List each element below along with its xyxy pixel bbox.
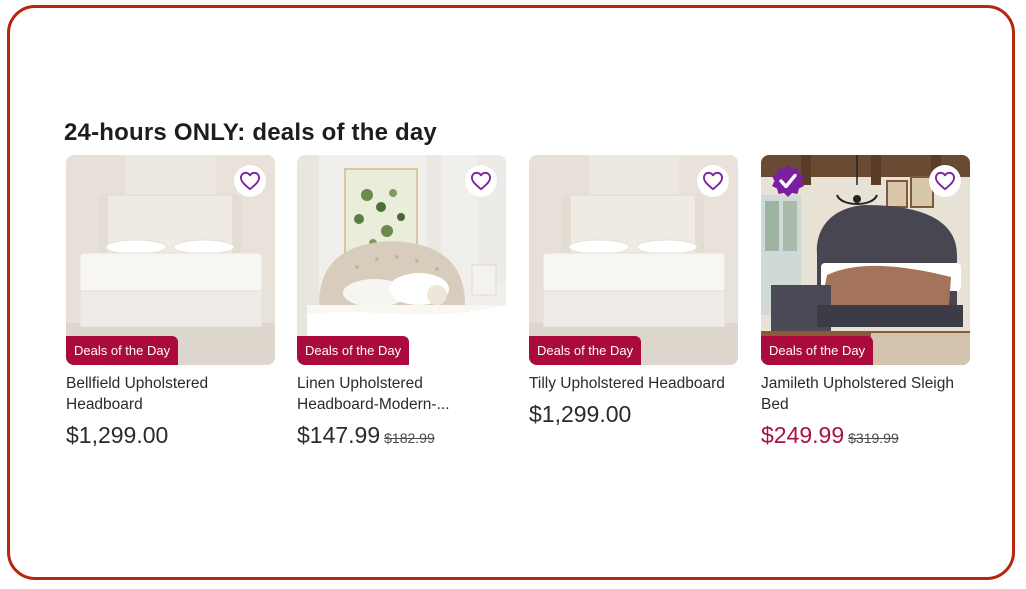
deal-badge: Deals of the Day bbox=[761, 336, 874, 365]
heart-icon[interactable] bbox=[234, 165, 266, 197]
product-carousel: Deals of the Day Bellfield Upholstered H… bbox=[66, 155, 976, 455]
product-price: $1,299.00 bbox=[529, 401, 632, 427]
deal-badge: Deals of the Day bbox=[529, 336, 642, 365]
product-card[interactable]: Deals of the Day Jamileth Upholstered Sl… bbox=[761, 155, 971, 449]
product-image[interactable]: Deals of the Day bbox=[761, 155, 970, 365]
product-name[interactable]: Linen Upholstered Headboard-Modern-... bbox=[297, 373, 507, 415]
product-card[interactable]: Deals of the Day Bellfield Upholstered H… bbox=[66, 155, 276, 449]
price-row: $249.99 $319.99 bbox=[761, 422, 971, 449]
heart-icon[interactable] bbox=[929, 165, 961, 197]
product-name[interactable]: Bellfield Upholstered Headboard bbox=[66, 373, 276, 415]
deal-badge: Deals of the Day bbox=[66, 336, 179, 365]
section-title: 24-hours ONLY: deals of the day bbox=[64, 119, 437, 146]
product-image[interactable]: Deals of the Day bbox=[66, 155, 275, 365]
verified-check-icon bbox=[772, 165, 804, 197]
price-row: $1,299.00 bbox=[66, 422, 276, 449]
price-row: $1,299.00 bbox=[529, 401, 739, 428]
sale-price: $249.99 bbox=[761, 422, 845, 448]
original-price: $319.99 bbox=[848, 430, 899, 446]
deal-badge: Deals of the Day bbox=[297, 336, 410, 365]
product-card[interactable]: Deals of the Day Linen Upholstered Headb… bbox=[297, 155, 507, 449]
product-price: $147.99 bbox=[297, 422, 381, 448]
product-card[interactable]: Deals of the Day Tilly Upholstered Headb… bbox=[529, 155, 739, 428]
product-name[interactable]: Jamileth Upholstered Sleigh Bed bbox=[761, 373, 971, 415]
product-name[interactable]: Tilly Upholstered Headboard bbox=[529, 373, 739, 394]
product-image[interactable]: Deals of the Day bbox=[529, 155, 738, 365]
heart-icon[interactable] bbox=[465, 165, 497, 197]
product-price: $1,299.00 bbox=[66, 422, 169, 448]
price-row: $147.99 $182.99 bbox=[297, 422, 507, 449]
product-image[interactable]: Deals of the Day bbox=[297, 155, 506, 365]
original-price: $182.99 bbox=[384, 430, 435, 446]
heart-icon[interactable] bbox=[697, 165, 729, 197]
